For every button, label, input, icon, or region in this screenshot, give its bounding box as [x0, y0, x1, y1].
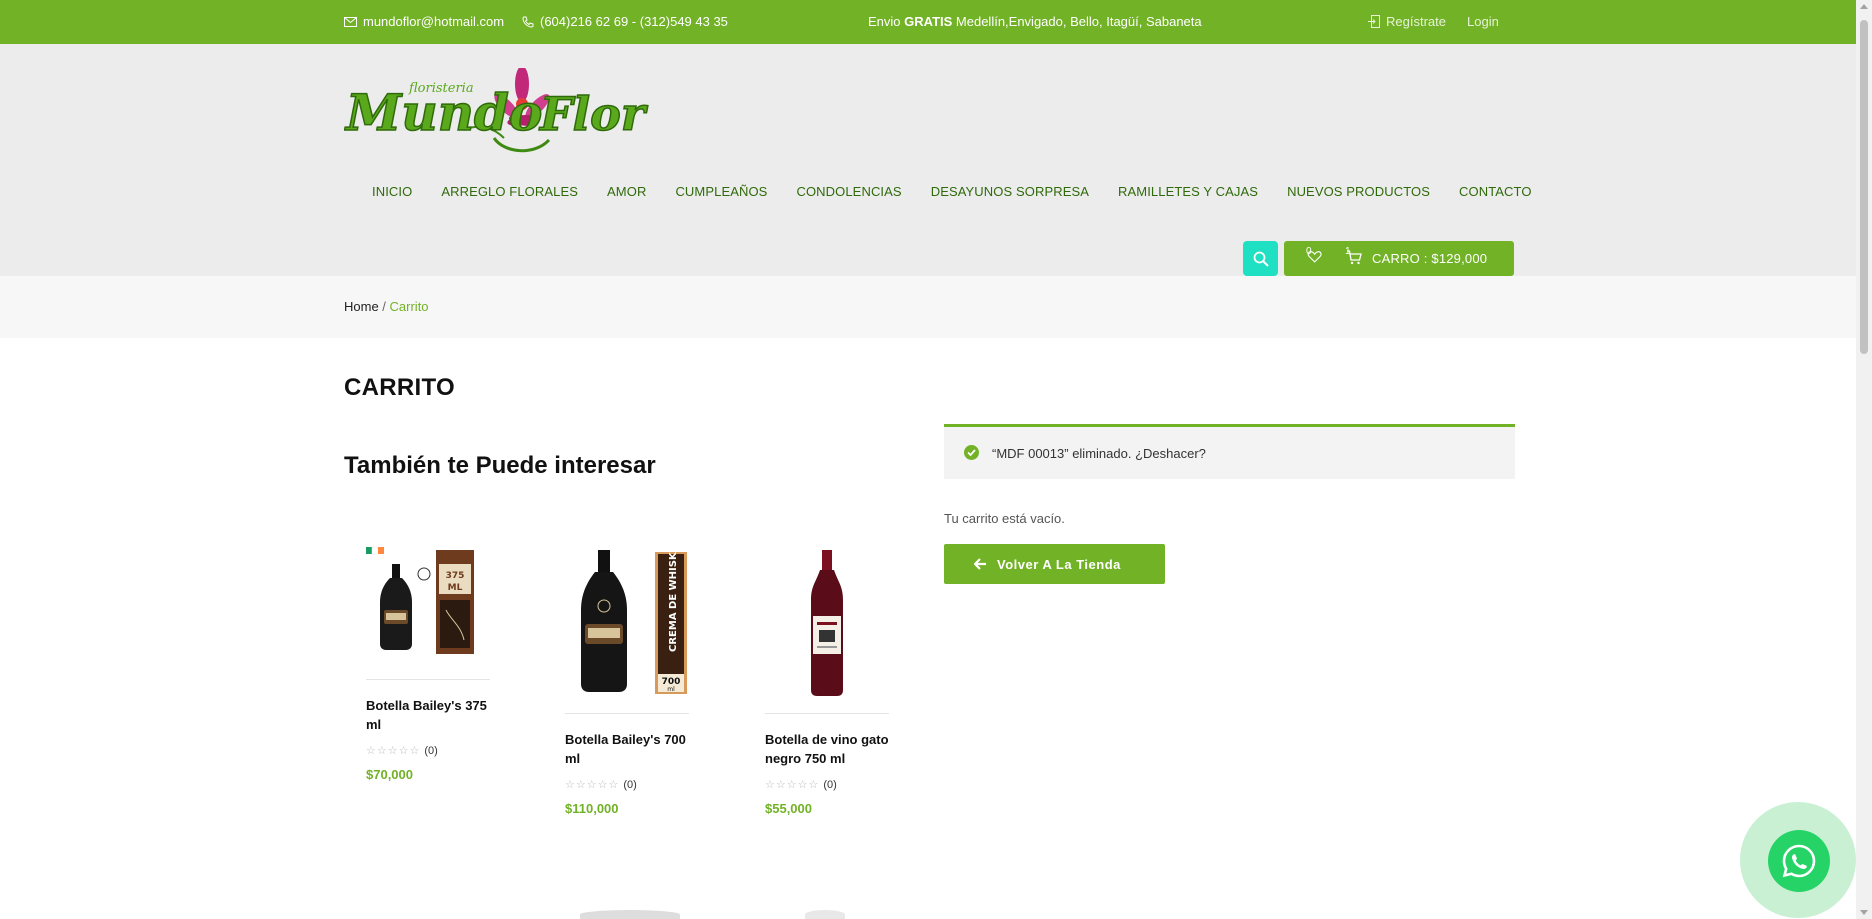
- nav-item-condolencias[interactable]: CONDOLENCIAS: [796, 184, 901, 199]
- nav-item-arreglo-florales[interactable]: ARREGLO FLORALES: [441, 184, 578, 199]
- shipping-bold: GRATIS: [904, 14, 953, 29]
- star-rating-icon: ☆☆☆☆☆: [565, 779, 620, 791]
- site-header: floristeria Mundo Flor INICIO ARREGLO FL…: [0, 44, 1856, 276]
- product-label-unit: ml: [667, 686, 675, 693]
- register-label: Regístrate: [1386, 14, 1446, 29]
- nav-item-desayunos-sorpresa[interactable]: DESAYUNOS SORPRESA: [931, 184, 1089, 199]
- logo-graphic: floristeria Mundo Flor: [343, 66, 650, 153]
- nav-item-cumpleanos[interactable]: CUMPLEAÑOS: [675, 184, 767, 199]
- product-image[interactable]: 375 ML: [366, 540, 490, 680]
- product-label-size: 375: [446, 571, 465, 581]
- check-circle-icon: [964, 445, 979, 460]
- product-name[interactable]: Botella Bailey's 375 ml: [366, 696, 496, 734]
- rating-count: (0): [424, 744, 438, 757]
- email-text: mundoflor@hotmail.com: [363, 14, 505, 29]
- logo-text-right: Flor: [538, 87, 649, 141]
- contact-phone[interactable]: (604)216 62 69 - (312)549 43 35: [522, 14, 728, 29]
- nav-item-amor[interactable]: AMOR: [607, 184, 646, 199]
- product-label-text: CREMA DE WHISKY: [668, 544, 679, 652]
- phone-text: (604)216 62 69 - (312)549 43 35: [540, 14, 728, 29]
- product-card[interactable]: Botella de vino gato negro 750 ml ☆☆☆☆☆(…: [765, 540, 895, 816]
- rating-count: (0): [823, 778, 837, 791]
- related-products-title: También te Puede interesar: [344, 452, 656, 479]
- product-image-graphic: 375 ML: [366, 546, 474, 654]
- mail-icon: [344, 16, 357, 27]
- product-image-graphic: [811, 550, 843, 696]
- nav-item-nuevos-productos[interactable]: NUEVOS PRODUCTOS: [1287, 184, 1430, 199]
- product-price: $55,000: [765, 801, 812, 816]
- product-rating: ☆☆☆☆☆ (0): [366, 744, 496, 758]
- search-icon: [1253, 251, 1269, 267]
- whatsapp-button[interactable]: [1768, 830, 1830, 892]
- product-image-graphic: CREMA DE WHISKY 700 ml: [581, 544, 687, 694]
- cart-total: CARRO : $129,000: [1372, 251, 1488, 266]
- breadcrumb-separator: /: [378, 299, 390, 314]
- main-nav: INICIO ARREGLO FLORALES AMOR CUMPLEAÑOS …: [372, 184, 1561, 199]
- product-image-partial: [805, 910, 845, 919]
- breadcrumb-current: Carrito: [389, 299, 429, 314]
- product-label-unit: ML: [448, 583, 463, 593]
- notice-message-row: “MDF 00013” eliminado. ¿Deshacer?: [992, 446, 1206, 461]
- logo-text-left: Mundo: [344, 83, 542, 142]
- rating-count: (0): [623, 778, 637, 791]
- page-title: CARRITO: [344, 374, 455, 401]
- shipping-info: Envio GRATIS Medellín,Envigado, Bello, I…: [868, 14, 1202, 29]
- breadcrumb-home[interactable]: Home: [344, 299, 379, 314]
- product-image[interactable]: [765, 540, 889, 714]
- scrollbar-thumb[interactable]: [1860, 20, 1868, 354]
- contact-email[interactable]: mundoflor@hotmail.com: [344, 14, 504, 29]
- return-to-shop-button[interactable]: Volver A La Tienda: [944, 544, 1165, 584]
- scroll-up-icon[interactable]: [1860, 4, 1868, 9]
- page-scrollbar[interactable]: [1856, 0, 1872, 919]
- scroll-down-icon[interactable]: [1860, 910, 1868, 915]
- cart-empty-message: Tu carrito está vacío.: [944, 511, 1065, 526]
- site-logo[interactable]: floristeria Mundo Flor: [343, 66, 654, 158]
- product-name[interactable]: Botella Bailey's 700 ml: [565, 730, 695, 768]
- product-rating: ☆☆☆☆☆ (0): [765, 778, 895, 792]
- product-name[interactable]: Botella de vino gato negro 750 ml: [765, 730, 895, 768]
- top-bar: mundoflor@hotmail.com (604)216 62 69 - (…: [0, 0, 1856, 44]
- product-price: $110,000: [565, 801, 619, 816]
- product-price: $70,000: [366, 767, 413, 782]
- cart-icon: [1347, 250, 1362, 265]
- login-icon: [1368, 15, 1380, 28]
- nav-item-inicio[interactable]: INICIO: [372, 184, 412, 199]
- nav-item-contacto[interactable]: CONTACTO: [1459, 184, 1532, 199]
- search-button[interactable]: [1243, 241, 1278, 276]
- login-link[interactable]: Login: [1467, 14, 1499, 29]
- phone-icon: [522, 16, 534, 28]
- nav-item-ramilletes-y-cajas[interactable]: RAMILLETES Y CAJAS: [1118, 184, 1258, 199]
- cart-notice: “MDF 00013” eliminado. ¿Deshacer?: [944, 424, 1515, 479]
- product-card[interactable]: CREMA DE WHISKY 700 ml Botella Bailey's …: [565, 540, 695, 816]
- breadcrumb: Home / Carrito: [0, 276, 1856, 338]
- product-image[interactable]: CREMA DE WHISKY 700 ml: [565, 540, 689, 714]
- star-rating-icon: ☆☆☆☆☆: [366, 745, 421, 757]
- register-link[interactable]: Regístrate: [1368, 14, 1446, 29]
- shipping-prefix: Envio: [868, 14, 905, 29]
- notice-message: “MDF 00013” eliminado.: [992, 446, 1132, 461]
- star-rating-icon: ☆☆☆☆☆: [765, 779, 820, 791]
- shipping-rest: Medellín,Envigado, Bello, Itagüí, Sabane…: [952, 14, 1202, 29]
- product-card[interactable]: 375 ML Botella Bailey's 375 ml ☆☆☆☆☆ (0) …: [366, 540, 496, 782]
- undo-link[interactable]: ¿Deshacer?: [1135, 446, 1206, 461]
- heart-icon[interactable]: [1306, 249, 1324, 265]
- return-to-shop-label: Volver A La Tienda: [997, 556, 1121, 572]
- arrow-left-icon: [974, 558, 986, 570]
- product-image-partial: [580, 910, 680, 919]
- whatsapp-icon: [1782, 844, 1816, 878]
- product-rating: ☆☆☆☆☆ (0): [565, 778, 695, 792]
- cart-button[interactable]: 0 1 CARRO : $129,000: [1284, 241, 1514, 276]
